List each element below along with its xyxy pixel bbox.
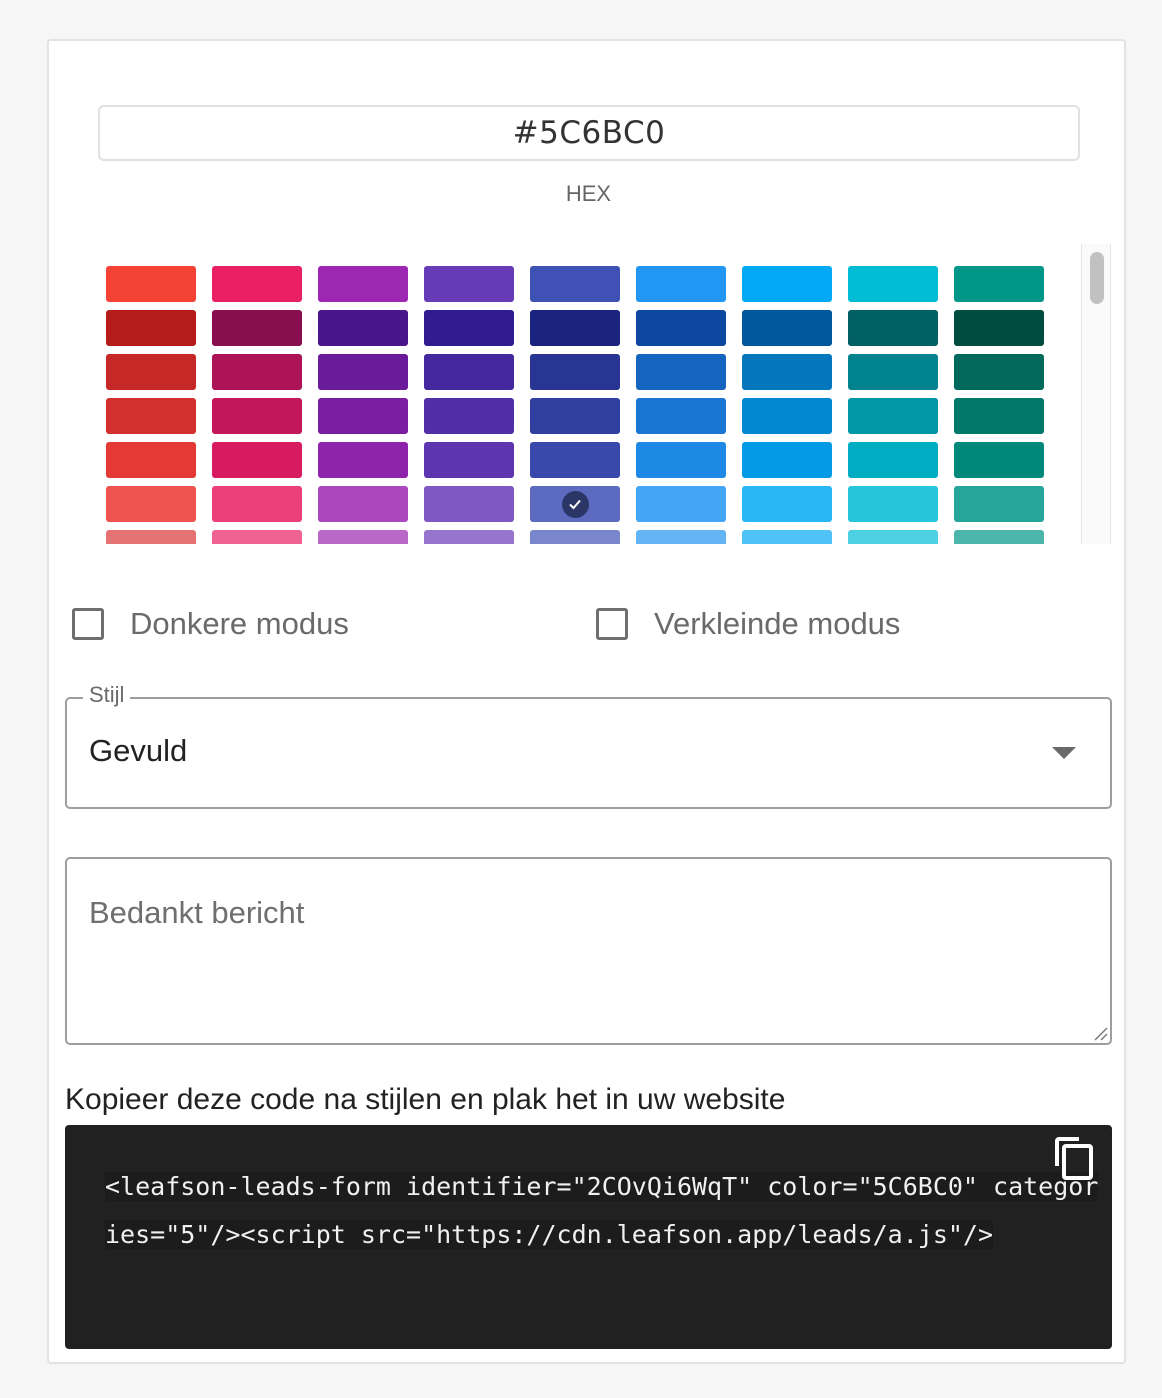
color-swatch[interactable] bbox=[106, 310, 196, 346]
resize-handle-icon[interactable] bbox=[1092, 1025, 1108, 1041]
color-swatch[interactable] bbox=[848, 310, 938, 346]
hex-color-input[interactable]: #5C6BC0 bbox=[98, 105, 1080, 161]
color-swatch[interactable] bbox=[530, 310, 620, 346]
dark-mode-label: Donkere modus bbox=[130, 606, 349, 641]
embed-settings-card: #5C6BC0 HEX Donkere modus Verkleinde mod… bbox=[47, 39, 1126, 1364]
color-swatch[interactable] bbox=[954, 310, 1044, 346]
color-swatch[interactable] bbox=[318, 530, 408, 544]
thanks-message-placeholder: Bedankt bericht bbox=[89, 895, 305, 930]
color-swatch[interactable] bbox=[954, 486, 1044, 522]
color-swatch[interactable] bbox=[318, 486, 408, 522]
color-swatch[interactable] bbox=[742, 354, 832, 390]
style-select-label: Stijl bbox=[83, 682, 131, 708]
color-swatch[interactable] bbox=[212, 530, 302, 544]
color-swatch[interactable] bbox=[106, 442, 196, 478]
color-swatch[interactable] bbox=[424, 310, 514, 346]
color-swatch[interactable] bbox=[106, 530, 196, 544]
triangle-down-icon[interactable] bbox=[1052, 747, 1076, 759]
thanks-message-textarea[interactable]: Bedankt bericht bbox=[65, 857, 1112, 1045]
color-swatch[interactable] bbox=[636, 486, 726, 522]
compact-mode-label: Verkleinde modus bbox=[654, 606, 901, 641]
color-swatch[interactable] bbox=[318, 266, 408, 302]
color-swatch[interactable] bbox=[848, 266, 938, 302]
color-swatch[interactable] bbox=[106, 486, 196, 522]
color-swatch[interactable] bbox=[636, 398, 726, 434]
color-swatch[interactable] bbox=[212, 486, 302, 522]
color-swatch[interactable] bbox=[318, 310, 408, 346]
color-swatch[interactable] bbox=[530, 530, 620, 544]
color-swatch[interactable] bbox=[106, 398, 196, 434]
color-swatch[interactable] bbox=[424, 530, 514, 544]
color-swatch[interactable] bbox=[742, 442, 832, 478]
color-swatch[interactable] bbox=[636, 266, 726, 302]
color-swatch[interactable] bbox=[742, 530, 832, 544]
check-icon bbox=[561, 490, 589, 518]
color-swatch[interactable] bbox=[848, 442, 938, 478]
compact-mode-option[interactable]: Verkleinde modus bbox=[596, 606, 900, 642]
color-swatch[interactable] bbox=[530, 486, 620, 522]
color-swatch[interactable] bbox=[212, 398, 302, 434]
color-swatch[interactable] bbox=[106, 354, 196, 390]
color-swatch[interactable] bbox=[318, 442, 408, 478]
color-swatch-grid bbox=[98, 244, 1112, 544]
color-swatch[interactable] bbox=[954, 354, 1044, 390]
swatch-scrollbar[interactable] bbox=[1081, 244, 1111, 544]
color-swatch[interactable] bbox=[742, 486, 832, 522]
compact-mode-checkbox[interactable] bbox=[596, 608, 628, 640]
color-swatch[interactable] bbox=[424, 486, 514, 522]
color-swatch[interactable] bbox=[318, 354, 408, 390]
color-swatch[interactable] bbox=[742, 398, 832, 434]
dark-mode-checkbox[interactable] bbox=[72, 608, 104, 640]
color-swatch[interactable] bbox=[212, 354, 302, 390]
color-swatch[interactable] bbox=[424, 354, 514, 390]
embed-code[interactable]: <leafson-leads-form identifier="2COvQi6W… bbox=[105, 1172, 1099, 1249]
color-swatch[interactable] bbox=[424, 266, 514, 302]
color-swatch[interactable] bbox=[318, 398, 408, 434]
color-swatch[interactable] bbox=[636, 442, 726, 478]
color-swatch[interactable] bbox=[848, 530, 938, 544]
color-swatch[interactable] bbox=[424, 398, 514, 434]
color-swatch[interactable] bbox=[636, 354, 726, 390]
color-swatch[interactable] bbox=[954, 398, 1044, 434]
embed-code-block: <leafson-leads-form identifier="2COvQi6W… bbox=[65, 1125, 1112, 1349]
color-swatch[interactable] bbox=[212, 442, 302, 478]
color-swatch[interactable] bbox=[954, 530, 1044, 544]
color-swatch[interactable] bbox=[742, 310, 832, 346]
style-select-value: Gevuld bbox=[89, 733, 188, 768]
scrollbar-thumb[interactable] bbox=[1090, 252, 1104, 304]
color-swatch[interactable] bbox=[106, 266, 196, 302]
color-swatch[interactable] bbox=[954, 442, 1044, 478]
color-swatch[interactable] bbox=[636, 310, 726, 346]
color-swatch[interactable] bbox=[848, 486, 938, 522]
color-swatch[interactable] bbox=[424, 442, 514, 478]
style-select[interactable]: Stijl Gevuld bbox=[65, 682, 1112, 809]
color-swatch[interactable] bbox=[212, 310, 302, 346]
color-swatch[interactable] bbox=[848, 354, 938, 390]
color-swatch[interactable] bbox=[742, 266, 832, 302]
dark-mode-option[interactable]: Donkere modus bbox=[72, 606, 349, 642]
color-swatch[interactable] bbox=[848, 398, 938, 434]
color-swatch[interactable] bbox=[636, 530, 726, 544]
color-swatch[interactable] bbox=[530, 398, 620, 434]
color-swatch[interactable] bbox=[530, 266, 620, 302]
hex-label: HEX bbox=[565, 181, 612, 206]
color-swatch[interactable] bbox=[954, 266, 1044, 302]
copy-icon[interactable] bbox=[1053, 1136, 1095, 1182]
color-swatch[interactable] bbox=[530, 442, 620, 478]
color-swatch[interactable] bbox=[530, 354, 620, 390]
embed-code-heading: Kopieer deze code na stijlen en plak het… bbox=[65, 1083, 786, 1116]
color-swatch[interactable] bbox=[212, 266, 302, 302]
